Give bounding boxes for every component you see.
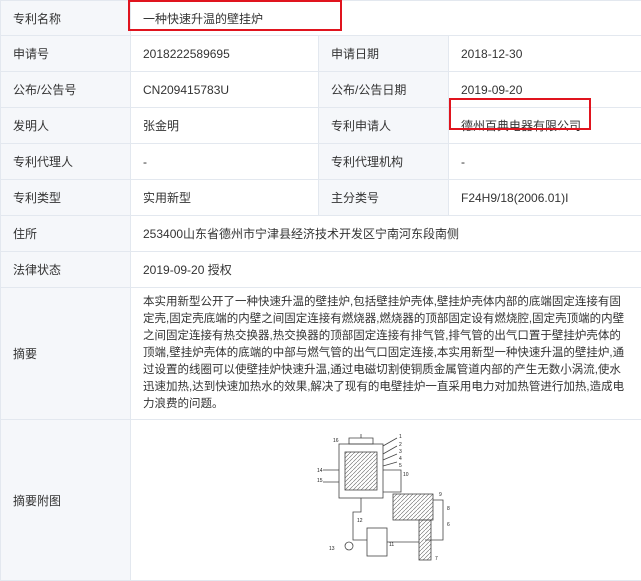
- row-abstract: 摘要 本实用新型公开了一种快速升温的壁挂炉,包括壁挂炉壳体,壁挂炉壳体内部的底端…: [1, 288, 641, 420]
- value-inventor: 张金明: [131, 108, 319, 144]
- label-type: 专利类型: [1, 180, 131, 216]
- row-figure: 摘要附图: [1, 420, 641, 581]
- label-applicant: 专利申请人: [319, 108, 449, 144]
- value-app-no: 2018222589695: [131, 36, 319, 72]
- abstract-text: 本实用新型公开了一种快速升温的壁挂炉,包括壁挂炉壳体,壁挂炉壳体内部的底端固定连…: [143, 288, 629, 419]
- fig-label-16: 16: [333, 438, 339, 444]
- value-type: 实用新型: [131, 180, 319, 216]
- value-agency: -: [449, 144, 641, 180]
- fig-label-5: 5: [399, 463, 402, 469]
- label-legal: 法律状态: [1, 252, 131, 288]
- row-inventor: 发明人 张金明 专利申请人 德州百典电器有限公司: [1, 108, 641, 144]
- label-figure: 摘要附图: [1, 420, 131, 581]
- value-legal: 2019-09-20 授权: [131, 252, 641, 288]
- fig-label-8: 8: [447, 506, 450, 512]
- value-abstract: 本实用新型公开了一种快速升温的壁挂炉,包括壁挂炉壳体,壁挂炉壳体内部的底端固定连…: [131, 288, 641, 420]
- fig-label-13: 13: [329, 546, 335, 552]
- label-abstract: 摘要: [1, 288, 131, 420]
- fig-label-7: 7: [435, 556, 438, 562]
- value-applicant: 德州百典电器有限公司: [449, 108, 641, 144]
- row-application: 申请号 2018222589695 申请日期 2018-12-30: [1, 36, 641, 72]
- value-class: F24H9/18(2006.01)I: [449, 180, 641, 216]
- label-class: 主分类号: [319, 180, 449, 216]
- fig-label-12: 12: [357, 518, 363, 524]
- label-app-no: 申请号: [1, 36, 131, 72]
- label-pub-date: 公布/公告日期: [319, 72, 449, 108]
- fig-label-4: 4: [399, 456, 402, 462]
- fig-label-3: 3: [399, 449, 402, 455]
- value-pub-no: CN209415783U: [131, 72, 319, 108]
- patent-title-text: 一种快速升温的壁挂炉: [143, 12, 263, 26]
- row-type: 专利类型 实用新型 主分类号 F24H9/18(2006.01)I: [1, 180, 641, 216]
- row-legal-status: 法律状态 2019-09-20 授权: [1, 252, 641, 288]
- fig-label-9: 9: [439, 492, 442, 498]
- label-address: 住所: [1, 216, 131, 252]
- fig-label-14: 14: [317, 468, 323, 474]
- label-agency: 专利代理机构: [319, 144, 449, 180]
- abstract-figure-image: 1 2 3 4 5 6 7 8 9 10 11 12 13 14: [293, 430, 473, 570]
- label-agent: 专利代理人: [1, 144, 131, 180]
- value-figure: 1 2 3 4 5 6 7 8 9 10 11 12 13 14: [131, 420, 641, 581]
- value-app-date: 2018-12-30: [449, 36, 641, 72]
- fig-label-15: 15: [317, 478, 323, 484]
- label-title: 专利名称: [1, 1, 131, 36]
- label-inventor: 发明人: [1, 108, 131, 144]
- row-agent: 专利代理人 - 专利代理机构 -: [1, 144, 641, 180]
- fig-label-2: 2: [399, 442, 402, 448]
- fig-label-11: 11: [389, 542, 394, 548]
- value-agent: -: [131, 144, 319, 180]
- label-app-date: 申请日期: [319, 36, 449, 72]
- value-title: 一种快速升温的壁挂炉: [131, 1, 641, 36]
- fig-label-10: 10: [403, 472, 409, 478]
- fig-label-1: 1: [399, 434, 402, 440]
- applicant-text: 德州百典电器有限公司: [461, 119, 581, 133]
- value-address: 253400山东省德州市宁津县经济技术开发区宁南河东段南侧: [131, 216, 641, 252]
- row-publication: 公布/公告号 CN209415783U 公布/公告日期 2019-09-20: [1, 72, 641, 108]
- label-pub-no: 公布/公告号: [1, 72, 131, 108]
- value-pub-date: 2019-09-20: [449, 72, 641, 108]
- row-address: 住所 253400山东省德州市宁津县经济技术开发区宁南河东段南侧: [1, 216, 641, 252]
- patent-info-table: 专利名称 一种快速升温的壁挂炉 申请号 2018222589695 申请日期 2…: [0, 0, 641, 581]
- row-title: 专利名称 一种快速升温的壁挂炉: [1, 1, 641, 36]
- fig-label-6: 6: [447, 522, 450, 528]
